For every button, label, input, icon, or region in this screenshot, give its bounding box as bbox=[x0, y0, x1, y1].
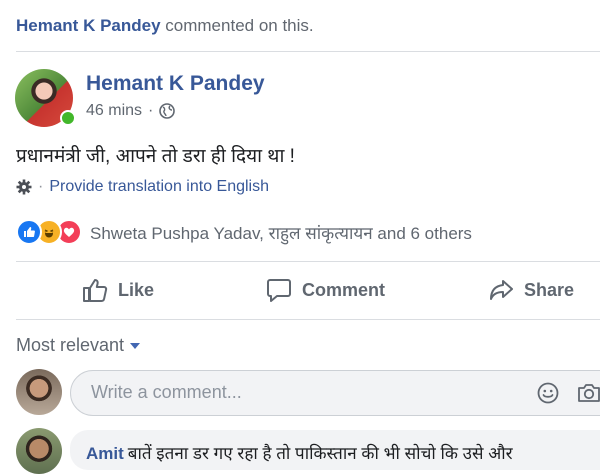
like-label: Like bbox=[118, 279, 155, 300]
like-reaction-icon bbox=[16, 219, 42, 245]
reactors-text[interactable]: Shweta Pushpa Yadav, राहुल सांकृत्यायन a… bbox=[90, 221, 472, 244]
translate-link[interactable]: Provide translation into English bbox=[49, 178, 269, 196]
gear-icon[interactable] bbox=[16, 179, 32, 195]
comment-text: Amit बातें इतना डर गए रहा है तो पाकिस्तान… bbox=[86, 441, 513, 464]
sort-label: Most relevant bbox=[16, 335, 125, 355]
post-author-name[interactable]: Hemant K Pandey bbox=[86, 72, 265, 96]
emoji-icon[interactable] bbox=[537, 382, 559, 404]
reactions-summary[interactable]: Shweta Pushpa Yadav, राहुल सांकृत्यायन a… bbox=[16, 219, 472, 245]
speech-bubble-icon bbox=[267, 279, 291, 302]
divider bbox=[16, 319, 600, 320]
post-actions-bar: Like Comment Share bbox=[16, 262, 600, 318]
current-user-avatar[interactable] bbox=[16, 369, 62, 415]
activity-notice: Hemant K Pandey commented on this. bbox=[16, 16, 314, 36]
comment-composer[interactable] bbox=[70, 370, 600, 416]
notice-actor-link[interactable]: Hemant K Pandey bbox=[16, 16, 161, 35]
thumbs-up-icon bbox=[83, 279, 108, 302]
notice-text: commented on this. bbox=[165, 16, 314, 35]
commenter-avatar[interactable] bbox=[16, 428, 62, 474]
caret-down-icon bbox=[130, 342, 141, 349]
post-text: प्रधानमंत्री जी, आपने तो डरा ही दिया था … bbox=[16, 146, 295, 167]
comment-body: बातें इतना डर गए रहा है तो पाकिस्तान की … bbox=[127, 444, 513, 463]
globe-icon[interactable] bbox=[159, 103, 176, 119]
post-meta: 46 mins · bbox=[86, 102, 176, 120]
translate-separator: · bbox=[38, 178, 44, 195]
comment-label: Comment bbox=[302, 279, 386, 300]
like-button[interactable]: Like bbox=[82, 277, 154, 303]
share-arrow-icon bbox=[490, 280, 513, 300]
post-timestamp[interactable]: 46 mins bbox=[86, 102, 142, 120]
online-status-dot bbox=[60, 110, 76, 126]
camera-icon[interactable] bbox=[577, 382, 600, 404]
translation-row: · Provide translation into English bbox=[16, 178, 269, 196]
comment-input[interactable] bbox=[89, 381, 513, 404]
commenter-name[interactable]: Amit bbox=[86, 444, 124, 463]
comment-sort-dropdown[interactable]: Most relevant bbox=[16, 335, 141, 356]
share-label: Share bbox=[524, 279, 575, 300]
share-button[interactable]: Share bbox=[488, 277, 574, 303]
meta-separator: · bbox=[148, 102, 154, 119]
comment-button[interactable]: Comment bbox=[266, 277, 385, 303]
divider bbox=[16, 51, 600, 52]
